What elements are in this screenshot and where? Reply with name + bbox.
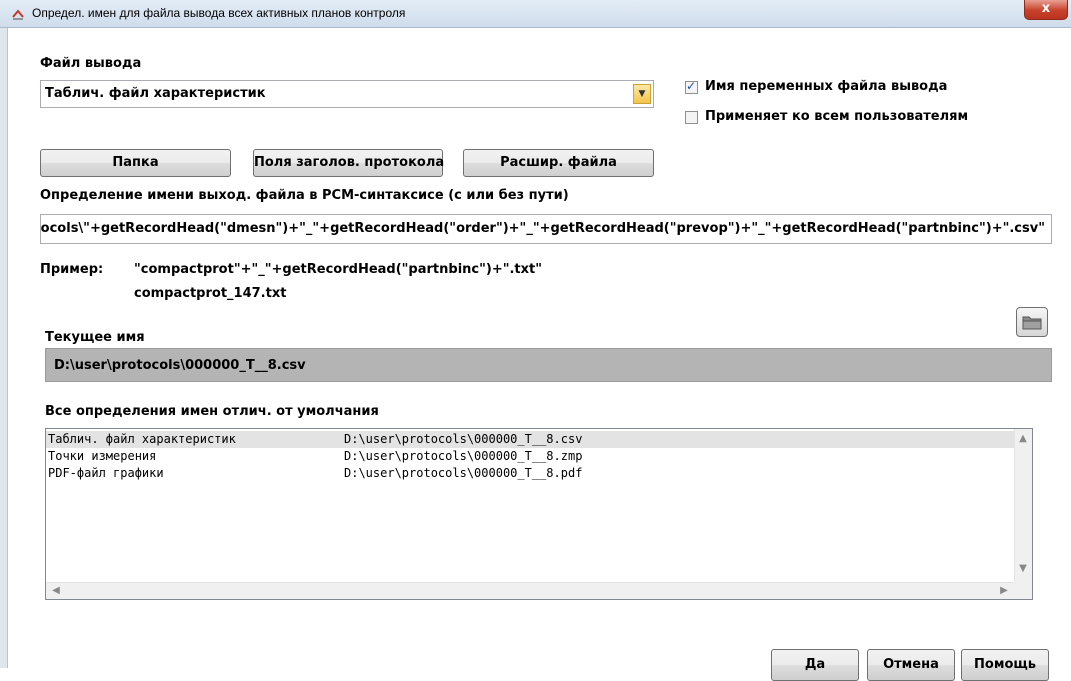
output-file-label: Файл вывода <box>40 56 142 71</box>
output-file-select[interactable]: Таблич. файл характеристик ▼ <box>40 80 654 108</box>
scroll-down-icon[interactable]: ▼ <box>1015 561 1031 577</box>
current-name-field: D:\user\protocols\000000_T__8.csv <box>45 348 1052 382</box>
current-name-value: D:\user\protocols\000000_T__8.csv <box>54 358 306 373</box>
checkmark-icon: ✓ <box>686 79 697 93</box>
apply-all-users-label: Применяет ко всем пользователям <box>705 109 969 124</box>
list-item[interactable]: Таблич. файл характеристик D:\user\proto… <box>46 431 1015 448</box>
list-item-name: Таблич. файл характеристик <box>48 432 236 446</box>
scroll-up-icon[interactable]: ▲ <box>1015 431 1031 447</box>
help-button[interactable]: Помощь <box>961 649 1049 681</box>
scroll-right-icon[interactable]: ▶ <box>996 583 1012 599</box>
list-item-path: D:\user\protocols\000000_T__8.pdf <box>344 466 583 480</box>
list-item-name: PDF-файл графики <box>48 466 164 480</box>
example-label: Пример: <box>40 262 104 277</box>
current-name-label: Текущее имя <box>45 330 145 345</box>
list-item[interactable]: Точки измерения D:\user\protocols\000000… <box>46 448 1015 465</box>
output-file-value: Таблич. файл характеристик <box>45 86 266 101</box>
apply-all-users-checkbox[interactable] <box>685 111 698 124</box>
scrollbar-corner <box>1014 582 1032 599</box>
folder-icon <box>1022 316 1042 330</box>
header-fields-button[interactable]: Поля заголов. протокола <box>253 149 444 177</box>
example-result: compactprot_147.txt <box>134 286 287 301</box>
list-item[interactable]: PDF-файл графики D:\user\protocols\00000… <box>46 465 1015 482</box>
list-item-name: Точки измерения <box>48 449 157 463</box>
horizontal-scrollbar[interactable]: ◀ ▶ <box>46 582 1016 599</box>
definition-label: Определение имени выход. файла в PCM-син… <box>40 188 569 203</box>
chevron-down-icon[interactable]: ▼ <box>633 84 651 104</box>
file-extension-button[interactable]: Расшир. файла <box>463 149 654 177</box>
folder-button[interactable]: Папка <box>40 149 231 177</box>
filename-expression-value: \protocols\"+getRecordHead("dmesn")+"_"+… <box>40 221 1045 236</box>
list-item-path: D:\user\protocols\000000_T__8.zmp <box>344 449 583 463</box>
ok-button[interactable]: Да <box>771 649 859 681</box>
app-icon <box>12 9 24 20</box>
close-button[interactable]: x <box>1024 0 1068 20</box>
scroll-left-icon[interactable]: ◀ <box>48 583 64 599</box>
definitions-list[interactable]: Таблич. файл характеристик D:\user\proto… <box>45 428 1033 600</box>
example-expression: "compactprot"+"_"+getRecordHead("partnbi… <box>134 262 543 277</box>
cancel-button[interactable]: Отмена <box>867 649 955 681</box>
window-title: Определ. имен для файла вывода всех акти… <box>32 6 406 20</box>
variable-names-checkbox[interactable]: ✓ <box>685 79 698 94</box>
title-bar: Определ. имен для файла вывода всех акти… <box>0 0 1071 28</box>
close-icon: x <box>1041 1 1051 16</box>
vertical-scrollbar[interactable]: ▲ ▼ <box>1014 429 1032 583</box>
filename-expression-input[interactable]: \protocols\"+getRecordHead("dmesn")+"_"+… <box>40 214 1052 244</box>
window-frame <box>0 28 8 668</box>
browse-folder-button[interactable] <box>1016 307 1048 337</box>
list-item-path: D:\user\protocols\000000_T__8.csv <box>344 432 583 446</box>
variable-names-label: Имя переменных файла вывода <box>705 79 948 94</box>
definitions-list-label: Все определения имен отлич. от умолчания <box>45 404 379 419</box>
